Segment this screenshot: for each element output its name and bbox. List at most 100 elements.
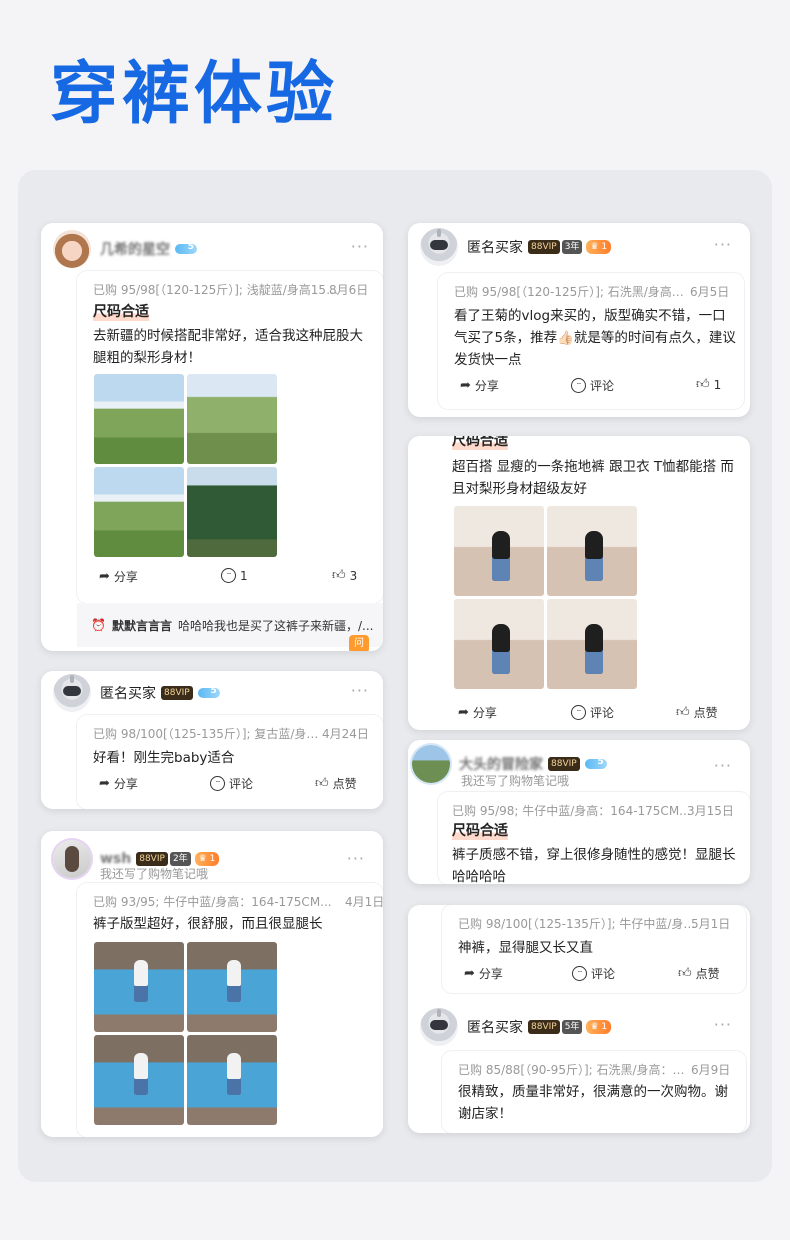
reply-preview[interactable]: ⏰ 默默言言言 哈哈哈我也是买了这裤子来新疆，/...: [77, 603, 383, 647]
member-years-badge: 3年: [561, 240, 583, 254]
share-icon: ➦: [464, 966, 475, 981]
share-button[interactable]: ➦ 分享: [99, 775, 138, 792]
review-date: 5月1日: [691, 917, 731, 931]
share-button[interactable]: ➦ 分享: [99, 568, 138, 585]
comment-button[interactable]: ··· 评论: [571, 377, 614, 394]
share-icon: ➦: [99, 776, 110, 791]
review-photo[interactable]: [547, 506, 637, 596]
review-card-3: wsh 88VIP 2年 ♛ 1 我还写了购物笔记哦 ··· 已购 93/95;…: [41, 831, 383, 1137]
review-photo[interactable]: [187, 467, 277, 557]
review-body: 已购 98/100[（125-135斤）]; 牛仔中蓝/身… 5月1日 神裤，显得…: [442, 905, 746, 993]
reply-username: 默默言言言: [111, 618, 172, 633]
share-icon: ➦: [99, 569, 110, 584]
username[interactable]: 匿名买家: [100, 683, 156, 703]
size-fit-tag: 尺码合适: [93, 301, 149, 321]
comment-button[interactable]: ··· 评论: [210, 775, 253, 792]
review-body: 已购 98/100[（125-135斤）]; 复古蓝/身… 4月24日 好看！刚生…: [77, 715, 383, 809]
review-date: 6月5日: [690, 285, 730, 299]
like-button[interactable]: 👍︎ 点赞: [678, 965, 720, 982]
review-photo[interactable]: [94, 467, 184, 557]
review-body: 已购 95/98[（120-125斤）]; 浅靛蓝/身高15… 8月6日 尺码合适…: [77, 271, 383, 603]
review-text: 超百搭 显瘦的一条拖地裤 跟卫衣 T恤都能搭 而且对梨形身材超级友好: [452, 459, 734, 497]
review-card-6: 大头的冒险家 88VIP 我还写了购物笔记哦 ··· 已购 95/98; 牛仔中…: [408, 740, 750, 884]
avatar[interactable]: [420, 228, 458, 266]
review-photo[interactable]: [454, 599, 544, 689]
shopping-note-hint[interactable]: 我还写了购物笔记哦: [461, 772, 569, 789]
review-text: 神裤，显得腿又长又直: [458, 940, 593, 956]
avatar[interactable]: [412, 745, 450, 783]
review-photo[interactable]: [187, 374, 277, 464]
action-bar: ➦ 分享 ··· 1 👍︎ 3: [77, 568, 383, 588]
review-card-4: 匿名买家 88VIP 3年 ♛ 1 ··· 已购 95/98[（120-125斤…: [408, 223, 750, 417]
review-date: 6月9日: [691, 1063, 731, 1077]
crown-level-badge: ♛ 1: [194, 852, 220, 866]
member-years-badge: 5年: [561, 1020, 583, 1034]
alarm-clock-icon: ⏰: [91, 618, 106, 632]
username[interactable]: 匿名买家: [467, 1017, 523, 1037]
review-card-7: 已购 98/100[（125-135斤）]; 牛仔中蓝/身… 5月1日 神裤，显得…: [408, 905, 750, 1133]
like-button[interactable]: 👍︎ 点赞: [315, 775, 357, 792]
vip-badge: 88VIP: [528, 1020, 560, 1034]
share-button[interactable]: ➦ 分享: [460, 377, 499, 394]
review-date: 3月15日: [687, 804, 734, 818]
more-icon[interactable]: ···: [351, 681, 369, 700]
avatar[interactable]: [53, 840, 91, 878]
share-button[interactable]: ➦ 分享: [464, 965, 503, 982]
username[interactable]: 匿名买家: [467, 237, 523, 257]
like-button[interactable]: 👍︎ 3: [332, 568, 357, 583]
avatar[interactable]: [420, 1008, 458, 1046]
review-photo[interactable]: [187, 942, 277, 1032]
comment-button[interactable]: ··· 评论: [571, 704, 614, 721]
action-bar: ➦ 分享 ··· 评论 👍︎ 点赞: [77, 775, 383, 795]
review-photo[interactable]: [94, 374, 184, 464]
vip-badge: 88VIP: [528, 240, 560, 254]
comment-icon: ···: [221, 568, 236, 583]
photo-grid: [454, 506, 637, 689]
purchase-info: 已购 98/100[（125-135斤）]; 牛仔中蓝/身… 5月1日: [458, 917, 731, 931]
avatar[interactable]: [53, 230, 91, 268]
review-photo[interactable]: [454, 506, 544, 596]
review-photo[interactable]: [187, 1035, 277, 1125]
username[interactable]: 几希的星空: [100, 239, 170, 259]
crown-level-badge: ♛ 1: [586, 240, 612, 254]
review-photo[interactable]: [94, 942, 184, 1032]
action-bar: ➦ 分享 ··· 评论 👍︎ 1: [438, 377, 744, 397]
photo-grid: [94, 374, 277, 557]
reply-text: 哈哈哈我也是买了这裤子来新疆，/...: [177, 618, 374, 633]
purchase-info: 已购 93/95; 牛仔中蓝/身高：164-175CM... 4月1日: [93, 895, 383, 909]
comment-button[interactable]: ··· 1: [221, 568, 248, 583]
purchase-info: 已购 98/100[（125-135斤）]; 复古蓝/身… 4月24日: [93, 727, 369, 741]
member-years-badge: 2年: [169, 852, 191, 866]
review-photo[interactable]: [547, 599, 637, 689]
more-icon[interactable]: ···: [351, 237, 369, 256]
review-header: 几希的星空: [53, 229, 197, 269]
share-button[interactable]: ➦ 分享: [458, 704, 497, 721]
more-icon[interactable]: ···: [714, 1015, 732, 1034]
review-body: 已购 85/88[（90-95斤）]; 石洗黑/身高：… 6月9日 很精致，质量非…: [442, 1051, 746, 1133]
like-button[interactable]: 👍︎ 1: [696, 377, 721, 392]
photo-grid: [94, 942, 277, 1125]
review-card-1: 几希的星空 ··· 已购 95/98[（120-125斤）]; 浅靛蓝/身高15…: [41, 223, 383, 651]
comment-icon: ···: [210, 776, 225, 791]
ask-button[interactable]: 问: [349, 635, 369, 651]
size-fit-tag: 尺码合适: [452, 436, 508, 450]
purchase-info: 已购 95/98; 牛仔中蓝/身高：164-175CM... 3月15日: [452, 804, 734, 818]
more-icon[interactable]: ···: [714, 756, 732, 775]
comment-icon: ···: [572, 966, 587, 981]
vip-badge: 88VIP: [161, 686, 193, 700]
more-icon[interactable]: ···: [714, 235, 732, 254]
thumbs-up-icon: 👍︎: [678, 966, 692, 981]
review-card-5: 尺码合适 超百搭 显瘦的一条拖地裤 跟卫衣 T恤都能搭 而且对梨形身材超级友好 …: [408, 436, 750, 730]
more-icon[interactable]: ···: [347, 849, 365, 868]
shopping-note-hint[interactable]: 我还写了购物笔记哦: [100, 865, 208, 882]
share-icon: ➦: [460, 378, 471, 393]
purchase-info: 已购 95/98[（120-125斤）]; 石洗黑/身高… 6月5日: [454, 285, 730, 299]
review-text: 去新疆的时候搭配非常好，适合我这种屁股大腿粗的梨形身材！: [93, 328, 363, 366]
like-button[interactable]: 👍︎ 点赞: [676, 704, 718, 721]
size-fit-tag: 尺码合适: [452, 820, 508, 840]
comment-button[interactable]: ··· 评论: [572, 965, 615, 982]
avatar[interactable]: [53, 674, 91, 712]
crown-level-badge: ♛ 1: [586, 1020, 612, 1034]
review-photo[interactable]: [94, 1035, 184, 1125]
username[interactable]: 大头的冒险家: [459, 754, 543, 774]
